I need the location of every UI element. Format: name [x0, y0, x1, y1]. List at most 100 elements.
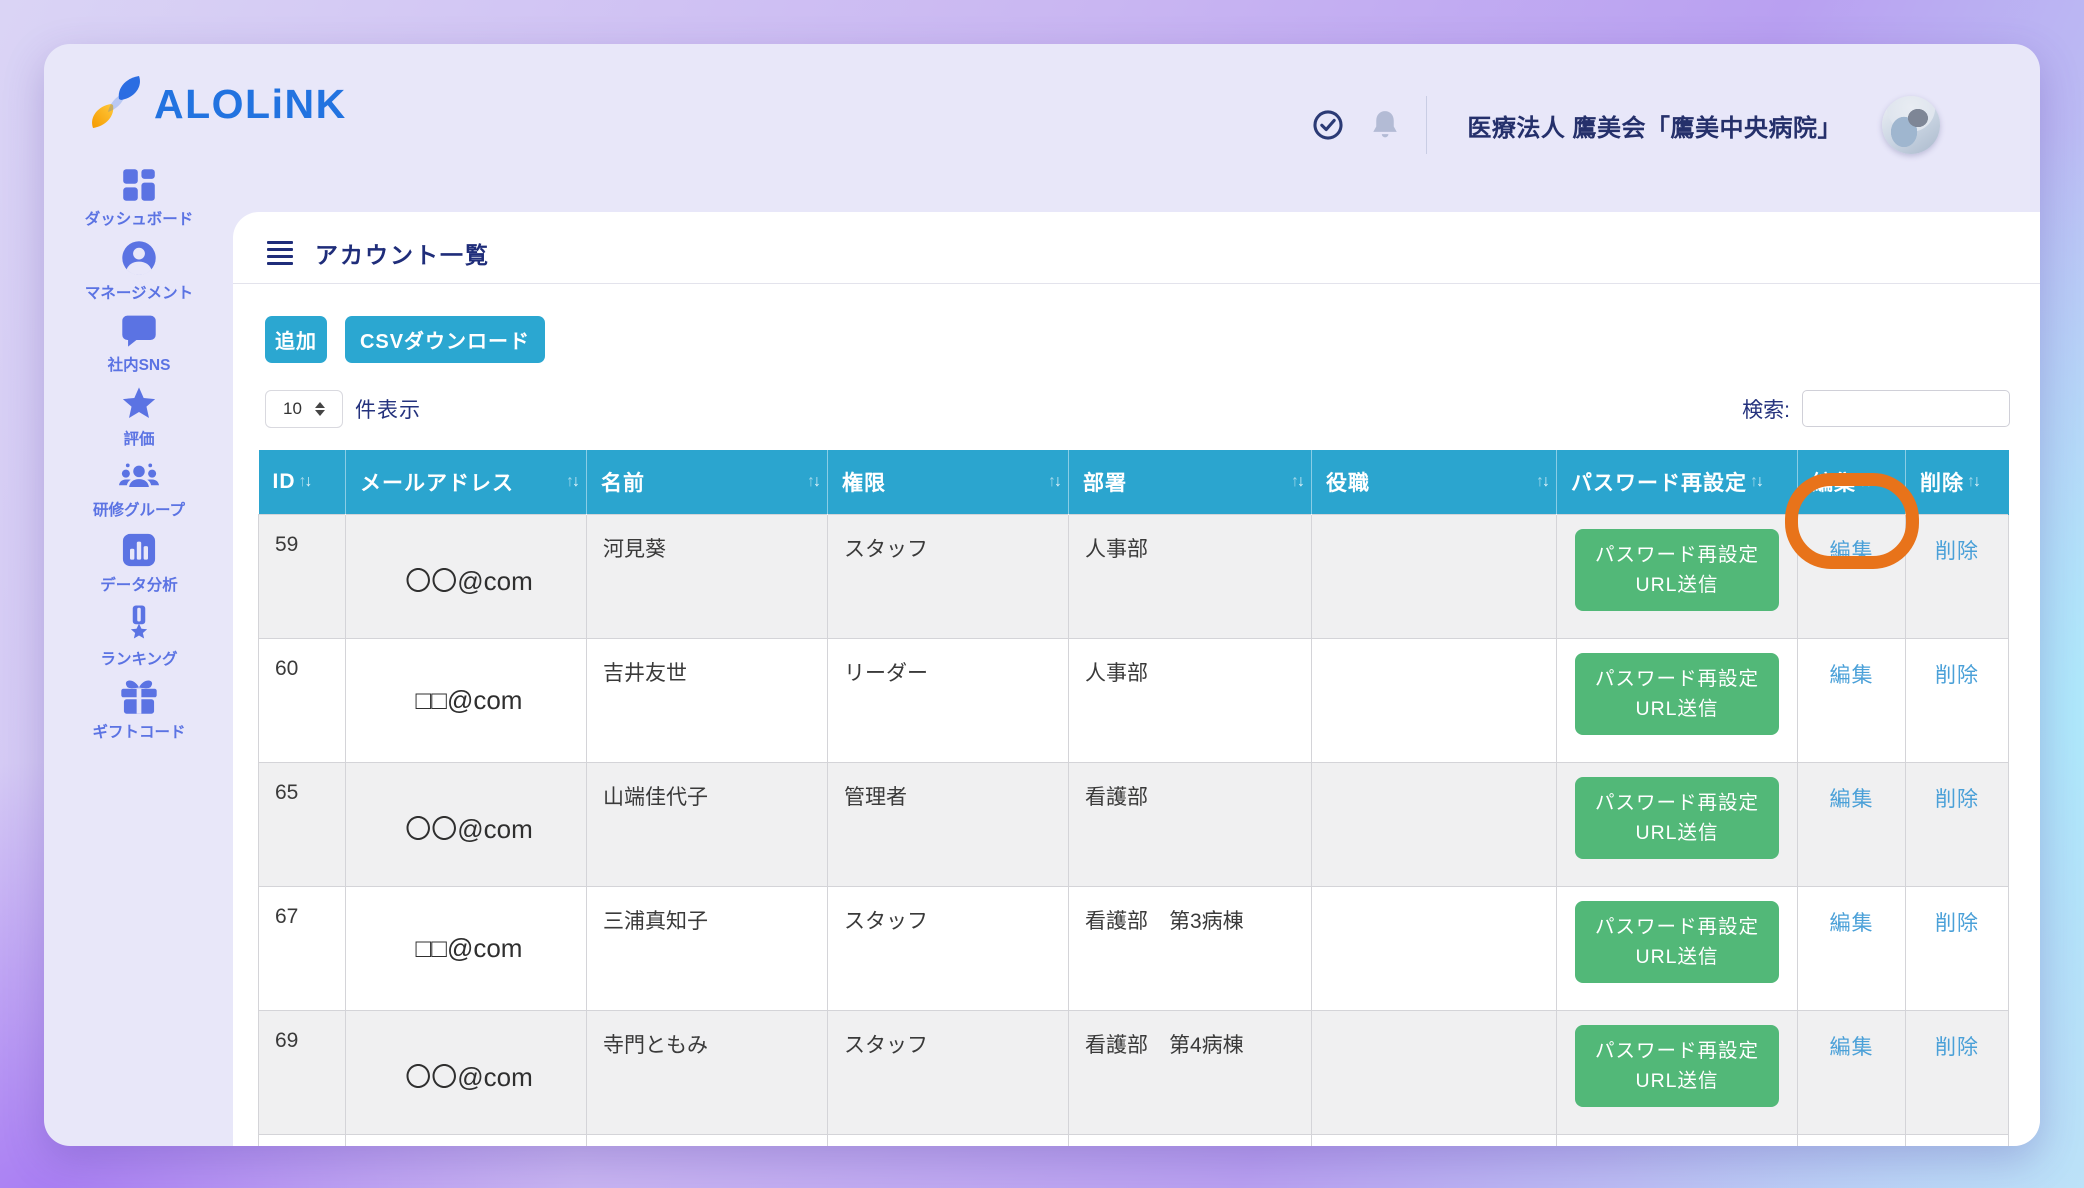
edit-link[interactable]: 編集 [1830, 912, 1874, 935]
cell-edit: 編集 [1798, 762, 1906, 886]
edit-link[interactable]: 編集 [1830, 540, 1874, 563]
delete-link[interactable]: 削除 [1935, 788, 1979, 811]
cell-password-reset: パスワード再設定URL送信 [1557, 514, 1798, 638]
page-size-select[interactable]: 10 [265, 390, 343, 428]
delete-link[interactable]: 削除 [1935, 664, 1979, 687]
column-header-6[interactable]: パスワード再設定↑↓ [1557, 450, 1798, 514]
cell-name: 吉井友世 [587, 638, 828, 762]
column-header-3[interactable]: 権限 ↑↓ [828, 450, 1069, 514]
sidebar-item-management[interactable]: マネージメント [44, 239, 234, 303]
sidebar-item-ranking[interactable]: ランキング [44, 604, 234, 668]
cell-password-reset: パスワード再設定URL送信 [1557, 886, 1798, 1010]
bar-chart-icon [121, 532, 157, 568]
cell-email: □□@com [346, 886, 587, 1010]
user-avatar[interactable] [1882, 96, 1940, 154]
cell-empty [1312, 1134, 1557, 1146]
table-row: 69〇〇@com寺門ともみスタッフ看護部 第4病棟パスワード再設定URL送信編集… [259, 1010, 2009, 1134]
column-header-label: 部署 [1083, 467, 1127, 497]
people-group-icon [119, 461, 159, 493]
cell-department: 人事部 [1069, 638, 1312, 762]
sidebar-item-training-group[interactable]: 研修グループ [44, 458, 234, 522]
password-reset-url-button[interactable]: パスワード再設定URL送信 [1575, 653, 1779, 735]
column-header-1[interactable]: メールアドレス↑↓ [346, 450, 587, 514]
password-reset-url-button[interactable]: パスワード再設定URL送信 [1575, 529, 1779, 611]
edit-link[interactable]: 編集 [1830, 664, 1874, 687]
cell-name: 寺門ともみ [587, 1010, 828, 1134]
password-reset-url-button[interactable]: パスワード再設定URL送信 [1575, 777, 1779, 859]
topbar-divider [1426, 96, 1427, 154]
sidebar: ダッシュボードマネージメント社内SNS 評価研修グループデータ分析ランキングギフト… [44, 166, 234, 741]
table-row: 65〇〇@com山端佳代子管理者看護部パスワード再設定URL送信編集削除 [259, 762, 2009, 886]
add-button[interactable]: 追加 [265, 316, 327, 363]
password-reset-url-button[interactable]: パスワード再設定URL送信 [1575, 1025, 1779, 1107]
csv-download-button[interactable]: CSVダウンロード [345, 316, 545, 363]
cell-department: 看護部 第3病棟 [1069, 886, 1312, 1010]
column-header-label: 役職 [1326, 467, 1370, 497]
sidebar-item-internal-sns[interactable]: 社内SNS [44, 312, 234, 376]
edit-link[interactable]: 編集 [1830, 1036, 1874, 1059]
sort-arrows-icon: ↑↓ [566, 473, 578, 491]
cell-position [1312, 886, 1557, 1010]
bell-icon[interactable] [1370, 109, 1400, 141]
cell-email: 〇〇@com [346, 762, 587, 886]
cell-password-reset: パスワード再設定URL送信 [1557, 1010, 1798, 1134]
table-row [259, 1134, 2009, 1146]
cell-empty [1069, 1134, 1312, 1146]
check-circle-icon[interactable] [1312, 109, 1344, 141]
column-header-2[interactable]: 名前↑↓ [587, 450, 828, 514]
table-row: 60□□@com吉井友世リーダー人事部パスワード再設定URL送信編集削除 [259, 638, 2009, 762]
sidebar-item-dashboard[interactable]: ダッシュボード [44, 166, 234, 230]
sort-arrows-icon: ↑↓ [1750, 473, 1762, 491]
sort-arrows-icon: ↑↓ [1859, 473, 1871, 491]
sidebar-item-gift-code[interactable]: ギフトコード [44, 677, 234, 741]
delete-link[interactable]: 削除 [1935, 540, 1979, 563]
cell-id: 59 [259, 514, 346, 638]
cell-empty [1798, 1134, 1906, 1146]
sidebar-item-label: ダッシュボード [85, 207, 194, 229]
sidebar-item-evaluation[interactable]: 評価 [44, 385, 234, 449]
delete-link[interactable]: 削除 [1935, 1036, 1979, 1059]
cell-department: 看護部 第4病棟 [1069, 1010, 1312, 1134]
app-logo[interactable]: ALOLiNK [88, 74, 347, 135]
sidebar-item-label: 研修グループ [93, 498, 185, 520]
cell-empty [1906, 1134, 2009, 1146]
cell-delete: 削除 [1906, 514, 2009, 638]
accounts-table: ID↑↓メールアドレス↑↓名前↑↓権限↑↓部署↑↓役職↑↓パスワード再設定↑↓編… [258, 450, 2009, 1146]
sort-arrows-icon: ↑↓ [1291, 473, 1303, 491]
medal-icon [124, 604, 154, 642]
delete-link[interactable]: 削除 [1935, 912, 1979, 935]
column-header-label: 削除 [1920, 467, 1964, 497]
cell-name: 三浦真知子 [587, 886, 828, 1010]
edit-link[interactable]: 編集 [1830, 788, 1874, 811]
sidebar-item-label: ランキング [100, 647, 177, 669]
logo-text: ALOLiNK [154, 81, 347, 128]
logo-leaf-icon [88, 74, 144, 135]
column-header-8[interactable]: 削除↑↓ [1906, 450, 2009, 514]
column-header-7[interactable]: 編集↑↓ [1798, 450, 1906, 514]
cell-password-reset: パスワード再設定URL送信 [1557, 762, 1798, 886]
column-header-4[interactable]: 部署 ↑↓ [1069, 450, 1312, 514]
cell-empty [587, 1134, 828, 1146]
cell-edit: 編集 [1798, 514, 1906, 638]
cell-name: 河見葵 [587, 514, 828, 638]
cell-department: 看護部 [1069, 762, 1312, 886]
sort-arrows-icon: ↑↓ [1048, 473, 1060, 491]
app-window: ALOLiNK 医療法人 鷹美会「鷹美中央病院」 ダッシュボードマネージメント社… [44, 44, 2040, 1146]
search-input[interactable] [1802, 390, 2010, 427]
cell-email: 〇〇@com [346, 1010, 587, 1134]
cell-id: 65 [259, 762, 346, 886]
column-header-5[interactable]: 役職 ↑↓ [1312, 450, 1557, 514]
search-label: 検索: [1742, 394, 1790, 424]
password-reset-url-button[interactable]: パスワード再設定URL送信 [1575, 901, 1779, 983]
cell-position [1312, 514, 1557, 638]
column-header-0[interactable]: ID↑↓ [259, 450, 346, 514]
sidebar-item-label: 評価 [123, 427, 154, 449]
cell-role: 管理者 [828, 762, 1069, 886]
table-body: 59〇〇@com河見葵スタッフ人事部パスワード再設定URL送信編集削除60□□@… [259, 514, 2009, 1146]
column-header-label: 権限 [842, 467, 886, 497]
sort-arrows-icon: ↑↓ [1536, 473, 1548, 491]
sidebar-item-label: マネージメント [85, 281, 193, 303]
sidebar-item-data-analysis[interactable]: データ分析 [44, 531, 234, 595]
cell-empty [1557, 1134, 1798, 1146]
menu-hamburger-icon[interactable] [265, 239, 295, 268]
